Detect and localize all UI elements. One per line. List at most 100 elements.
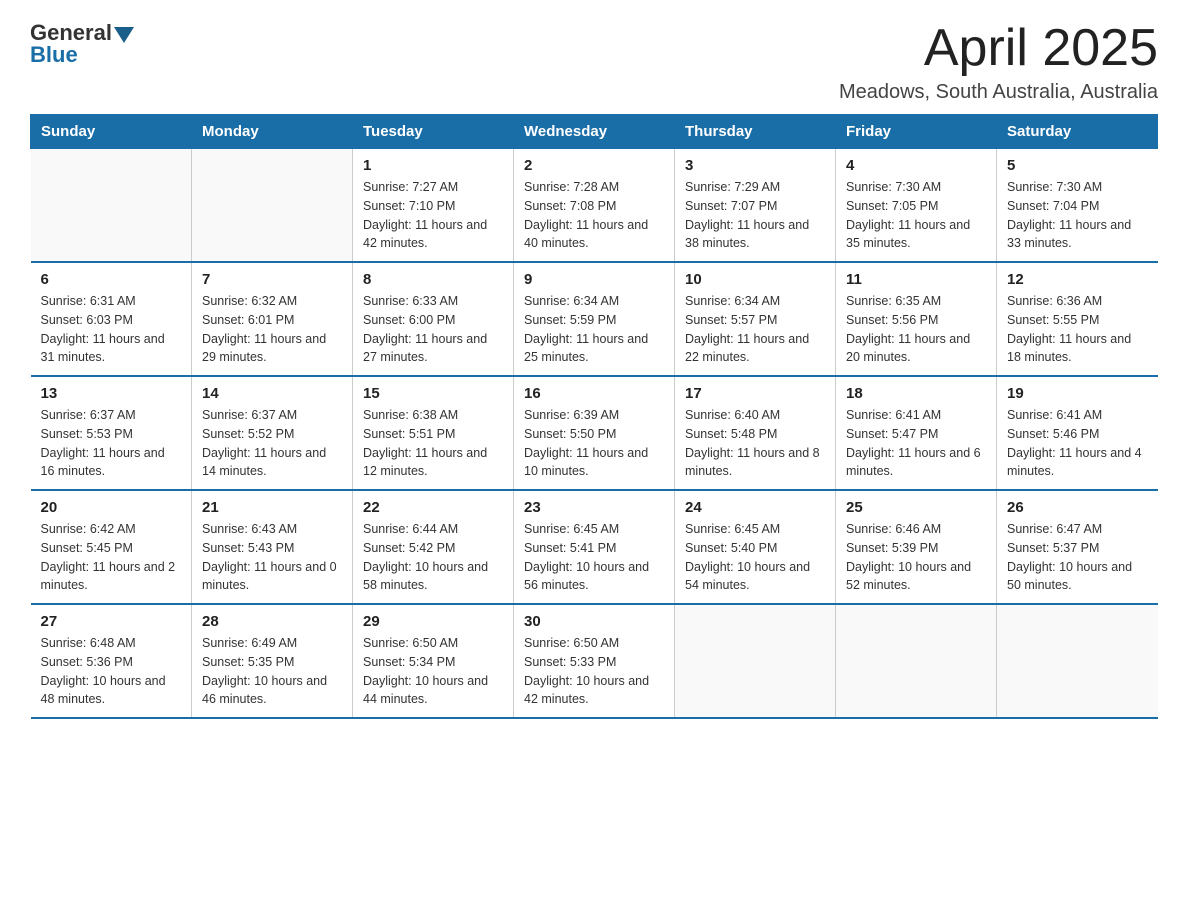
day-info: Sunrise: 6:38 AMSunset: 5:51 PMDaylight:… [363,406,503,481]
weekday-header-sunday: Sunday [31,115,192,149]
day-number: 20 [41,499,182,516]
day-info: Sunrise: 6:42 AMSunset: 5:45 PMDaylight:… [41,520,182,595]
day-info: Sunrise: 6:49 AMSunset: 5:35 PMDaylight:… [202,634,342,709]
calendar-cell [192,149,353,263]
day-info: Sunrise: 6:36 AMSunset: 5:55 PMDaylight:… [1007,292,1148,367]
calendar-cell: 7 Sunrise: 6:32 AMSunset: 6:01 PMDaylight… [192,262,353,376]
day-number: 4 [846,157,986,174]
calendar-cell: 10Sunrise: 6:34 AMSunset: 5:57 PMDayligh… [675,262,836,376]
day-number: 23 [524,499,664,516]
day-info: Sunrise: 6:32 AMSunset: 6:01 PMDaylight:… [202,292,342,367]
day-info: Sunrise: 6:46 AMSunset: 5:39 PMDaylight:… [846,520,986,595]
day-number: 11 [846,271,986,288]
day-number: 14 [202,385,342,402]
day-info: Sunrise: 6:45 AMSunset: 5:41 PMDaylight:… [524,520,664,595]
day-info: Sunrise: 7:30 AMSunset: 7:04 PMDaylight:… [1007,178,1148,253]
calendar-title: April 2025 [839,20,1158,77]
calendar-cell: 4Sunrise: 7:30 AMSunset: 7:05 PMDaylight… [836,149,997,263]
day-info: Sunrise: 6:44 AMSunset: 5:42 PMDaylight:… [363,520,503,595]
calendar-cell: 23 Sunrise: 6:45 AMSunset: 5:41 PMDayligh… [514,490,675,604]
page-header: General Blue April 2025 Meadows, South A… [30,20,1158,104]
day-number: 3 [685,157,825,174]
calendar-week-row: 13 Sunrise: 6:37 AMSunset: 5:53 PMDayligh… [31,376,1158,490]
calendar-week-row: 27 Sunrise: 6:48 AMSunset: 5:36 PMDayligh… [31,604,1158,718]
calendar-cell: 22Sunrise: 6:44 AMSunset: 5:42 PMDayligh… [353,490,514,604]
day-info: Sunrise: 7:29 AMSunset: 7:07 PMDaylight:… [685,178,825,253]
day-number: 27 [41,613,182,630]
day-info: Sunrise: 6:31 AMSunset: 6:03 PMDaylight:… [41,292,182,367]
day-info: Sunrise: 6:37 AMSunset: 5:53 PMDaylight:… [41,406,182,481]
day-info: Sunrise: 6:40 AMSunset: 5:48 PMDaylight:… [685,406,825,481]
calendar-cell: 24Sunrise: 6:45 AMSunset: 5:40 PMDayligh… [675,490,836,604]
calendar-cell [31,149,192,263]
calendar-cell: 19 Sunrise: 6:41 AMSunset: 5:46 PMDayligh… [997,376,1158,490]
day-info: Sunrise: 7:28 AMSunset: 7:08 PMDaylight:… [524,178,664,253]
calendar-cell: 14 Sunrise: 6:37 AMSunset: 5:52 PMDayligh… [192,376,353,490]
day-number: 29 [363,613,503,630]
day-number: 18 [846,385,986,402]
weekday-header-wednesday: Wednesday [514,115,675,149]
calendar-cell: 13 Sunrise: 6:37 AMSunset: 5:53 PMDayligh… [31,376,192,490]
calendar-cell: 30Sunrise: 6:50 AMSunset: 5:33 PMDayligh… [514,604,675,718]
day-info: Sunrise: 7:27 AMSunset: 7:10 PMDaylight:… [363,178,503,253]
day-number: 21 [202,499,342,516]
calendar-cell [836,604,997,718]
title-block: April 2025 Meadows, South Australia, Aus… [839,20,1158,104]
weekday-header-monday: Monday [192,115,353,149]
calendar-cell: 26Sunrise: 6:47 AMSunset: 5:37 PMDayligh… [997,490,1158,604]
day-info: Sunrise: 6:48 AMSunset: 5:36 PMDaylight:… [41,634,182,709]
weekday-header-tuesday: Tuesday [353,115,514,149]
calendar-cell: 27 Sunrise: 6:48 AMSunset: 5:36 PMDayligh… [31,604,192,718]
day-info: Sunrise: 6:37 AMSunset: 5:52 PMDaylight:… [202,406,342,481]
day-number: 28 [202,613,342,630]
day-number: 19 [1007,385,1148,402]
calendar-week-row: 20 Sunrise: 6:42 AMSunset: 5:45 PMDayligh… [31,490,1158,604]
day-info: Sunrise: 6:41 AMSunset: 5:46 PMDaylight:… [1007,406,1148,481]
weekday-header-row: SundayMondayTuesdayWednesdayThursdayFrid… [31,115,1158,149]
day-info: Sunrise: 6:50 AMSunset: 5:33 PMDaylight:… [524,634,664,709]
day-number: 1 [363,157,503,174]
calendar-table: SundayMondayTuesdayWednesdayThursdayFrid… [30,114,1158,719]
day-info: Sunrise: 6:47 AMSunset: 5:37 PMDaylight:… [1007,520,1148,595]
day-info: Sunrise: 6:34 AMSunset: 5:59 PMDaylight:… [524,292,664,367]
calendar-cell: 29Sunrise: 6:50 AMSunset: 5:34 PMDayligh… [353,604,514,718]
day-number: 24 [685,499,825,516]
day-info: Sunrise: 6:43 AMSunset: 5:43 PMDaylight:… [202,520,342,595]
logo-blue-text: Blue [30,42,78,68]
calendar-cell: 3 Sunrise: 7:29 AMSunset: 7:07 PMDaylight… [675,149,836,263]
calendar-cell [675,604,836,718]
calendar-cell: 1 Sunrise: 7:27 AMSunset: 7:10 PMDaylight… [353,149,514,263]
calendar-cell: 6Sunrise: 6:31 AMSunset: 6:03 PMDaylight… [31,262,192,376]
calendar-cell: 21 Sunrise: 6:43 AMSunset: 5:43 PMDayligh… [192,490,353,604]
calendar-cell: 2 Sunrise: 7:28 AMSunset: 7:08 PMDaylight… [514,149,675,263]
calendar-cell: 20 Sunrise: 6:42 AMSunset: 5:45 PMDayligh… [31,490,192,604]
day-info: Sunrise: 6:35 AMSunset: 5:56 PMDaylight:… [846,292,986,367]
calendar-cell: 12 Sunrise: 6:36 AMSunset: 5:55 PMDayligh… [997,262,1158,376]
calendar-subtitle: Meadows, South Australia, Australia [839,81,1158,104]
logo[interactable]: General Blue [30,20,134,68]
day-info: Sunrise: 6:41 AMSunset: 5:47 PMDaylight:… [846,406,986,481]
day-number: 2 [524,157,664,174]
day-number: 12 [1007,271,1148,288]
day-number: 7 [202,271,342,288]
weekday-header-saturday: Saturday [997,115,1158,149]
day-number: 17 [685,385,825,402]
calendar-cell: 8Sunrise: 6:33 AMSunset: 6:00 PMDaylight… [353,262,514,376]
logo-arrow-icon [114,27,134,43]
day-number: 13 [41,385,182,402]
calendar-cell: 25 Sunrise: 6:46 AMSunset: 5:39 PMDayligh… [836,490,997,604]
day-info: Sunrise: 6:39 AMSunset: 5:50 PMDaylight:… [524,406,664,481]
day-number: 5 [1007,157,1148,174]
calendar-cell: 28 Sunrise: 6:49 AMSunset: 5:35 PMDayligh… [192,604,353,718]
day-info: Sunrise: 6:34 AMSunset: 5:57 PMDaylight:… [685,292,825,367]
calendar-cell: 11 Sunrise: 6:35 AMSunset: 5:56 PMDayligh… [836,262,997,376]
weekday-header-friday: Friday [836,115,997,149]
day-number: 25 [846,499,986,516]
calendar-week-row: 6Sunrise: 6:31 AMSunset: 6:03 PMDaylight… [31,262,1158,376]
calendar-cell [997,604,1158,718]
calendar-cell: 16Sunrise: 6:39 AMSunset: 5:50 PMDayligh… [514,376,675,490]
day-number: 8 [363,271,503,288]
calendar-cell: 18 Sunrise: 6:41 AMSunset: 5:47 PMDayligh… [836,376,997,490]
weekday-header-thursday: Thursday [675,115,836,149]
calendar-cell: 5 Sunrise: 7:30 AMSunset: 7:04 PMDaylight… [997,149,1158,263]
